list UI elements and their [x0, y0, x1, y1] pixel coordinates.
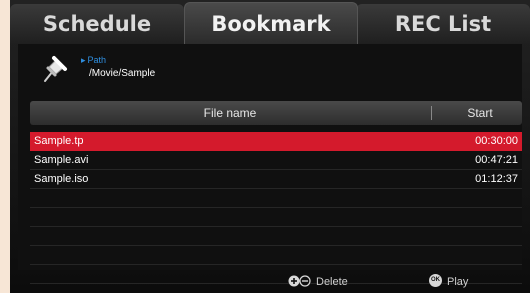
- pushpin-icon: [44, 56, 67, 82]
- tab-schedule[interactable]: Schedule: [10, 4, 184, 44]
- tab-rec-list[interactable]: REC List: [356, 4, 530, 44]
- empty-row: [30, 208, 522, 227]
- empty-row: [30, 227, 522, 246]
- tab-bookmark[interactable]: Bookmark: [184, 2, 358, 45]
- path-value: /Movie/Sample: [89, 68, 156, 79]
- bookmark-table: File name Start Sample.tp 00:30:00 Sampl…: [30, 101, 522, 284]
- ok-icon[interactable]: OK: [429, 274, 442, 287]
- footer-legend: Delete OK Play: [10, 270, 530, 293]
- empty-row: [30, 246, 522, 265]
- delete-label: Delete: [316, 276, 348, 288]
- column-header-start: Start: [467, 106, 493, 120]
- table-row[interactable]: Sample.iso 01:12:37: [30, 170, 522, 189]
- plus-minus-icon[interactable]: [288, 275, 318, 287]
- bookmark-screen: Schedule REC List Bookmark Path /Movie/S…: [10, 0, 530, 293]
- play-label: Play: [447, 276, 469, 288]
- path-info: Path /Movie/Sample: [18, 44, 522, 94]
- table-rows: Sample.tp 00:30:00 Sample.avi 00:47:21 S…: [30, 132, 522, 284]
- row-file-name: Sample.avi: [34, 154, 89, 166]
- table-row[interactable]: Sample.avi 00:47:21: [30, 151, 522, 170]
- table-header: File name Start: [30, 101, 522, 125]
- table-row[interactable]: Sample.tp 00:30:00: [30, 132, 522, 151]
- row-start-time: 01:12:37: [475, 173, 518, 185]
- bookmark-panel: Path /Movie/Sample File name Start Sampl…: [18, 44, 522, 284]
- column-header-file-name: File name: [203, 106, 257, 120]
- row-file-name: Sample.tp: [34, 135, 84, 147]
- column-divider: [431, 106, 432, 120]
- row-start-time: 00:47:21: [475, 154, 518, 166]
- empty-row: [30, 189, 522, 208]
- path-label: Path: [81, 55, 107, 66]
- row-file-name: Sample.iso: [34, 173, 89, 185]
- tab-bar: Schedule REC List Bookmark: [10, 0, 530, 45]
- row-start-time: 00:30:00: [475, 135, 518, 147]
